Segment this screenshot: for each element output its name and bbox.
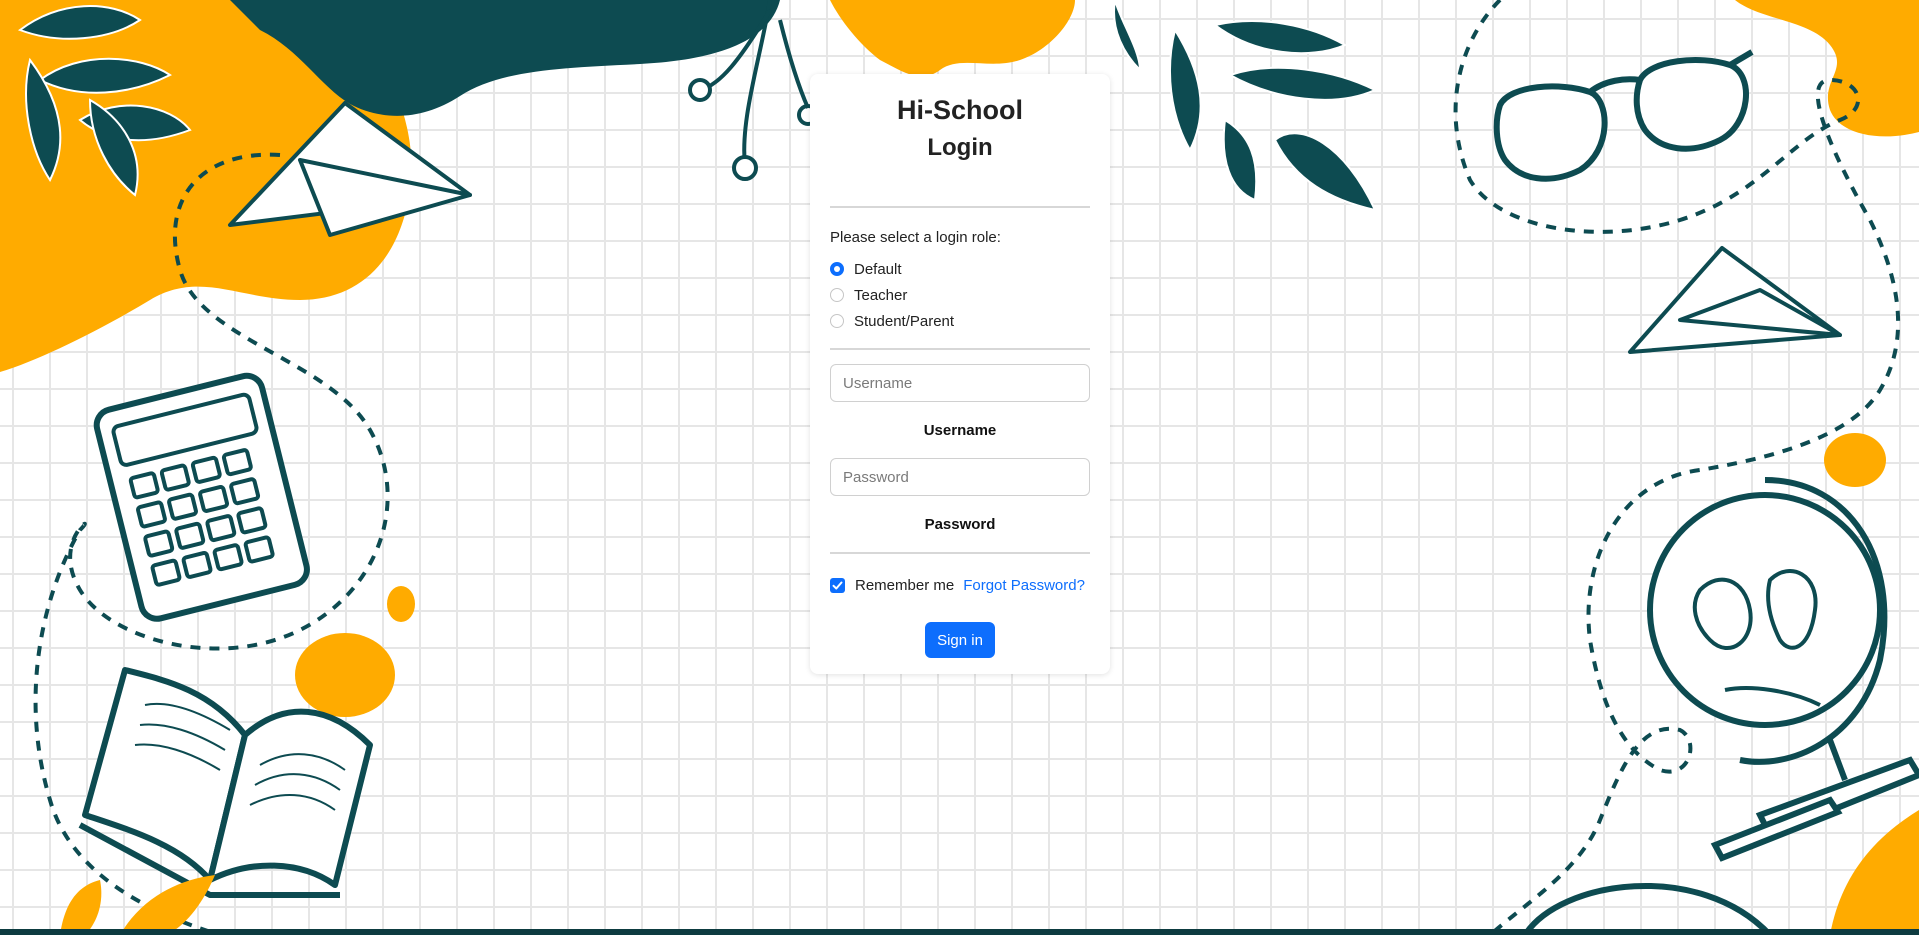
radio-default[interactable] (830, 262, 844, 276)
divider (830, 348, 1090, 350)
circle-fragment (1522, 883, 1773, 935)
username-input[interactable] (830, 364, 1090, 402)
password-input[interactable] (830, 458, 1090, 496)
remember-row: Remember me Forgot Password? (830, 574, 1090, 596)
role-option-label: Default (854, 260, 902, 278)
divider (830, 552, 1090, 554)
role-option-default[interactable]: Default (830, 256, 1090, 282)
login-card: Hi-School Login Please select a login ro… (810, 74, 1110, 674)
orange-dot (295, 633, 395, 717)
radio-student-parent[interactable] (830, 314, 844, 328)
remember-checkbox[interactable] (830, 577, 845, 593)
orange-dot (387, 586, 415, 622)
app-title: Hi-School (897, 95, 1023, 125)
globe-icon (1647, 477, 1919, 862)
leaf-icon (60, 875, 215, 935)
sign-in-button[interactable]: Sign in (925, 622, 995, 658)
orange-dot (1824, 433, 1886, 487)
role-option-student-parent[interactable]: Student/Parent (830, 308, 1090, 334)
role-option-label: Student/Parent (854, 312, 955, 330)
bottom-bar (0, 929, 1919, 935)
orange-blob-top-right (1735, 0, 1919, 137)
check-icon (832, 581, 843, 589)
glasses-icon (1493, 49, 1754, 182)
calculator-icon (93, 372, 310, 622)
divider (830, 206, 1090, 208)
orange-blob-bottom-right (1830, 810, 1919, 935)
radio-teacher[interactable] (830, 288, 844, 302)
username-label: Username (923, 422, 997, 439)
paper-plane-icon (1628, 246, 1842, 354)
password-label: Password (924, 516, 996, 533)
role-option-label: Teacher (854, 286, 908, 304)
leaf-branch-icon (1113, 0, 1378, 212)
orange-leaf-top-center (830, 0, 1075, 77)
role-option-teacher[interactable]: Teacher (830, 282, 1090, 308)
page-title: Login (927, 134, 993, 161)
remember-label: Remember me (855, 576, 955, 594)
forgot-password-link[interactable]: Forgot Password? (963, 577, 1085, 594)
role-prompt: Please select a login role: (830, 229, 1001, 246)
